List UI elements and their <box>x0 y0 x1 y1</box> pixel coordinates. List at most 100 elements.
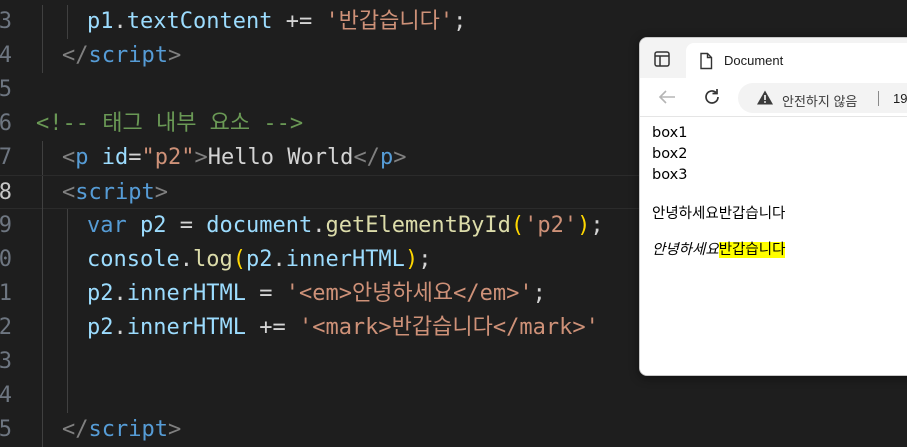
code-token: ; <box>453 9 467 34</box>
indent-guide <box>42 379 43 413</box>
indent-guide <box>67 5 68 39</box>
paragraph-p2: 안녕하세요반갑습니다 <box>652 239 786 261</box>
code-token: p2 <box>126 213 167 238</box>
code-token: '반갑습니다' <box>325 9 454 34</box>
box1-text: box1 <box>652 125 688 141</box>
code-line[interactable]: 5 </script> <box>0 413 907 447</box>
code-token: </ <box>62 43 89 68</box>
code-token: > <box>393 145 407 170</box>
indent-guide <box>42 5 43 39</box>
code-text: </script> <box>62 39 181 73</box>
paragraph-p1: 안녕하세요반갑습니다 <box>652 206 786 222</box>
line-number: 0 <box>0 247 12 272</box>
indent-guide <box>67 277 68 311</box>
code-token: > <box>194 145 208 170</box>
indent-guide <box>67 209 68 243</box>
indent-guide <box>42 243 43 277</box>
code-token: . <box>272 247 286 272</box>
page-content: box1 box2 box3 안녕하세요반갑습니다 안녕하세요반갑습니다 <box>640 117 907 375</box>
refresh-icon[interactable] <box>701 86 723 108</box>
code-token: innerHTML <box>126 281 246 306</box>
page-icon <box>698 52 714 75</box>
code-token: var <box>87 213 127 238</box>
code-line[interactable]: 3 p1.textContent += '반갑습니다'; <box>0 5 907 39</box>
indent-guide <box>42 176 43 210</box>
line-number: 5 <box>0 77 12 102</box>
p2-mark-text: 반갑습니다 <box>718 242 786 258</box>
code-line[interactable]: 4 <box>0 379 907 413</box>
code-token: > <box>154 180 168 205</box>
code-token: < <box>62 180 76 205</box>
code-token: Hello World <box>207 145 354 170</box>
code-token: console <box>87 247 180 272</box>
security-status-text[interactable]: 안전하지 않음 <box>782 91 857 110</box>
line-number: 2 <box>0 315 12 340</box>
code-text: var p2 = document.getElementById('p2'); <box>87 209 604 243</box>
code-token: = <box>166 213 207 238</box>
indent-guide <box>42 413 43 447</box>
code-token: p2 <box>87 281 114 306</box>
indent-guide <box>67 243 68 277</box>
line-number: 4 <box>0 383 12 408</box>
code-token: 'p2' <box>524 213 578 238</box>
code-token: ) <box>577 213 591 238</box>
tab-document[interactable]: Document <box>686 43 907 78</box>
code-text: p1.textContent += '반갑습니다'; <box>87 5 466 39</box>
code-token: log <box>192 247 233 272</box>
code-token: id <box>88 145 129 170</box>
line-number: 7 <box>0 145 12 170</box>
code-token: = <box>245 281 286 306</box>
url-text[interactable]: 19 <box>893 91 907 106</box>
indent-guide <box>67 379 68 413</box>
code-token: p <box>379 145 394 170</box>
address-separator <box>878 91 879 106</box>
code-token: innerHTML <box>126 315 246 340</box>
code-token: ; <box>532 281 546 306</box>
code-token: += <box>272 9 326 34</box>
line-number: 5 <box>0 417 12 442</box>
code-token: p2 <box>245 247 273 272</box>
code-token: getElementById <box>325 213 511 238</box>
code-token: ( <box>232 247 246 272</box>
indent-guide <box>67 345 68 379</box>
code-text: </script> <box>62 413 181 447</box>
code-token: script <box>75 180 155 205</box>
indent-guide <box>42 39 43 73</box>
tab-title: Document <box>724 53 784 68</box>
code-token: '<mark>반갑습니다</mark>' <box>298 315 599 340</box>
code-token: ( <box>510 213 525 238</box>
code-token: script <box>88 417 168 442</box>
code-token: document <box>206 213 313 238</box>
line-number: 1 <box>0 281 12 306</box>
line-number: 3 <box>0 9 12 34</box>
address-bar[interactable]: 안전하지 않음 19 <box>738 83 907 113</box>
code-token: </ <box>62 417 89 442</box>
code-token: p <box>75 145 89 170</box>
code-token: <!-- 태그 내부 요소 --> <box>36 111 304 136</box>
box2-text: box2 <box>652 146 688 162</box>
code-text: p2.innerHTML += '<mark>반갑습니다</mark>' <box>87 311 599 345</box>
line-number: 6 <box>0 111 12 136</box>
code-text: <!-- 태그 내부 요소 --> <box>36 107 303 141</box>
tab-bar: Document <box>640 38 907 78</box>
indent-guide <box>42 311 43 345</box>
box3-text: box3 <box>652 167 688 183</box>
indent-guide <box>67 311 68 345</box>
code-token: += <box>245 315 299 340</box>
code-text: p2.innerHTML = '<em>안녕하세요</em>'; <box>87 277 546 311</box>
code-token: ) <box>404 247 419 272</box>
warning-icon[interactable] <box>756 89 774 111</box>
line-number: 9 <box>0 213 12 238</box>
tab-actions-icon[interactable] <box>650 48 674 70</box>
line-number: 8 <box>0 180 12 205</box>
code-token: "p2" <box>141 145 195 170</box>
code-token: p1 <box>87 9 114 34</box>
browser-window[interactable]: Document 안전하지 않음 19 box1 box2 box3 안녕하세요… <box>639 37 907 376</box>
code-token: > <box>167 43 182 68</box>
back-arrow-icon[interactable] <box>656 86 678 108</box>
code-token: textContent <box>126 9 273 34</box>
code-token: . <box>113 9 127 34</box>
code-token: . <box>113 315 127 340</box>
code-token: . <box>179 247 193 272</box>
code-text: console.log(p2.innerHTML); <box>87 243 431 277</box>
